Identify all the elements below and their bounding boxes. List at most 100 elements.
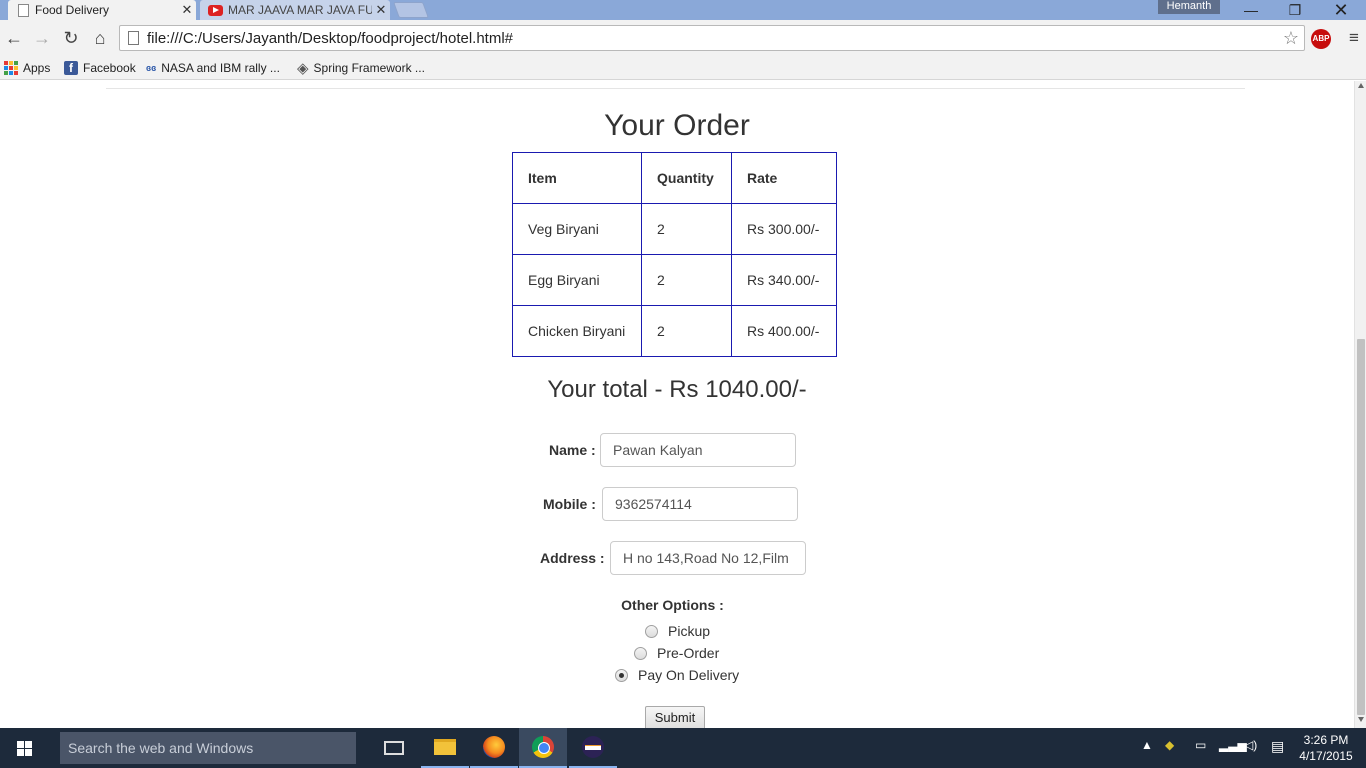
spring-icon: ◈ [297, 60, 309, 77]
reload-icon[interactable]: ↻ [59, 26, 83, 50]
eclipse-button[interactable] [569, 728, 617, 768]
name-label: Name : [549, 442, 596, 458]
restore-button[interactable]: ❐ [1272, 0, 1318, 20]
order-total: Your total - Rs 1040.00/- [547, 376, 807, 403]
other-options-label: Other Options : [621, 597, 724, 613]
page-content: Your Order Item Quantity Rate Veg Biryan… [0, 81, 1354, 728]
page-icon [18, 3, 29, 17]
quantity-cell: 2 [641, 305, 732, 357]
table-row: Egg Biryani 2 Rs 340.00/- [512, 254, 837, 306]
mobile-input[interactable]: 9362574114 [602, 487, 798, 521]
apps-grid-icon [4, 61, 18, 75]
volume-icon[interactable]: ◁) [1244, 738, 1257, 752]
bookmark-label: NASA and IBM rally ... [161, 61, 280, 75]
bookmark-apps[interactable]: Apps [4, 59, 50, 77]
clock-date: 4/17/2015 [1299, 749, 1353, 763]
tab-label: Food Delivery [35, 3, 110, 17]
tray-app-icon[interactable]: ◆ [1165, 738, 1174, 752]
rate-cell: Rs 340.00/- [731, 254, 837, 306]
start-button[interactable] [0, 728, 48, 768]
order-table: Item Quantity Rate Veg Biryani 2 Rs 300.… [512, 152, 837, 357]
close-window-button[interactable]: ✕ [1318, 0, 1364, 20]
table-row: Veg Biryani 2 Rs 300.00/- [512, 203, 837, 255]
column-header-item: Item [512, 152, 642, 204]
chrome-button[interactable] [519, 728, 567, 768]
item-cell: Veg Biryani [512, 203, 642, 255]
network-icon[interactable]: ▂▃▅ [1219, 738, 1247, 752]
address-label: Address : [540, 550, 605, 566]
scrollbar-thumb[interactable] [1357, 339, 1365, 715]
bookmarks-bar: Apps f Facebook ɞɞ NASA and IBM rally ..… [0, 56, 1366, 80]
folder-icon [434, 739, 456, 755]
radio-button[interactable] [634, 646, 647, 660]
star-icon[interactable]: ☆ [1278, 28, 1304, 49]
taskbar-search-box[interactable]: Search the web and Windows [60, 732, 356, 764]
bookmark-label: Apps [23, 61, 51, 75]
submit-button[interactable]: Submit [645, 706, 705, 728]
scroll-down-arrow-icon[interactable] [1358, 717, 1364, 722]
windows-taskbar: Search the web and Windows ▲ ◆ ▭ ▂▃▅ ◁) … [0, 728, 1366, 768]
table-header-row: Item Quantity Rate [512, 152, 837, 204]
radio-option-pre-order[interactable]: Pre-Order [634, 645, 719, 661]
profile-button[interactable]: Hemanth [1158, 0, 1220, 14]
scroll-up-arrow-icon[interactable] [1358, 83, 1364, 88]
nasa-icon: ɞɞ [146, 63, 157, 73]
column-header-quantity: Quantity [641, 152, 732, 204]
close-icon[interactable]: ✕ [372, 2, 390, 18]
quantity-cell: 2 [641, 254, 732, 306]
file-explorer-button[interactable] [421, 728, 469, 768]
chrome-icon [532, 736, 554, 758]
divider [106, 88, 1245, 89]
page-icon [128, 31, 139, 45]
item-cell: Egg Biryani [512, 254, 642, 306]
minimize-button[interactable]: — [1228, 0, 1274, 20]
bookmark-facebook[interactable]: f Facebook [64, 59, 136, 77]
close-icon[interactable]: ✕ [178, 2, 196, 18]
page-title: Your Order [604, 109, 750, 142]
column-header-rate: Rate [731, 152, 837, 204]
clock-time: 3:26 PM [1303, 733, 1349, 747]
task-view-button[interactable] [370, 728, 418, 768]
menu-icon[interactable]: ≡ [1344, 28, 1364, 48]
vertical-scrollbar[interactable] [1354, 81, 1366, 728]
bookmark-nasa[interactable]: ɞɞ NASA and IBM rally ... [146, 59, 280, 77]
windows-logo-icon [17, 741, 32, 756]
bookmark-label: Spring Framework ... [313, 61, 425, 75]
tab-food-delivery[interactable]: Food Delivery ✕ [8, 0, 196, 20]
new-tab-button[interactable] [393, 2, 429, 18]
radio-label: Pickup [668, 623, 711, 639]
browser-title-bar: Food Delivery ✕ MAR JAAVA MAR JAVA FU ✕ … [0, 0, 1366, 20]
bookmark-spring[interactable]: ◈ Spring Framework ... [297, 59, 425, 77]
name-input[interactable]: Pawan Kalyan [600, 433, 796, 467]
notifications-icon[interactable]: ▤ [1271, 738, 1284, 755]
taskbar-clock[interactable]: 3:26 PM 4/17/2015 [1296, 732, 1356, 764]
radio-option-pickup[interactable]: Pickup [645, 623, 710, 639]
mobile-label: Mobile : [543, 496, 596, 512]
adblock-icon[interactable]: ABP [1311, 29, 1331, 49]
browser-toolbar: ← → ↻ ⌂ file:///C:/Users/Jayanth/Desktop… [0, 20, 1366, 56]
forward-arrow-icon[interactable]: → [30, 26, 54, 50]
table-row: Chicken Biryani 2 Rs 400.00/- [512, 305, 837, 357]
show-hidden-icons-chevron-icon[interactable]: ▲ [1141, 738, 1153, 752]
tab-youtube[interactable]: MAR JAAVA MAR JAVA FU ✕ [200, 0, 390, 20]
facebook-icon: f [64, 61, 78, 75]
bookmark-label: Facebook [83, 61, 136, 75]
address-input[interactable]: H no 143,Road No 12,Film [610, 541, 806, 575]
rate-cell: Rs 300.00/- [731, 203, 837, 255]
radio-label: Pre-Order [657, 645, 720, 661]
home-icon[interactable]: ⌂ [88, 26, 112, 50]
quantity-cell: 2 [641, 203, 732, 255]
url-text[interactable]: file:///C:/Users/Jayanth/Desktop/foodpro… [147, 30, 1278, 47]
battery-icon[interactable]: ▭ [1195, 738, 1206, 752]
rate-cell: Rs 400.00/- [731, 305, 837, 357]
radio-button-selected[interactable] [615, 668, 628, 682]
youtube-icon [208, 4, 223, 16]
address-bar[interactable]: file:///C:/Users/Jayanth/Desktop/foodpro… [119, 25, 1305, 51]
firefox-button[interactable] [470, 728, 518, 768]
firefox-icon [483, 736, 505, 758]
item-cell: Chicken Biryani [512, 305, 642, 357]
radio-option-pay-on-delivery[interactable]: Pay On Delivery [615, 667, 739, 683]
back-arrow-icon[interactable]: ← [2, 26, 26, 50]
task-view-icon [384, 741, 404, 755]
radio-button[interactable] [645, 624, 658, 638]
